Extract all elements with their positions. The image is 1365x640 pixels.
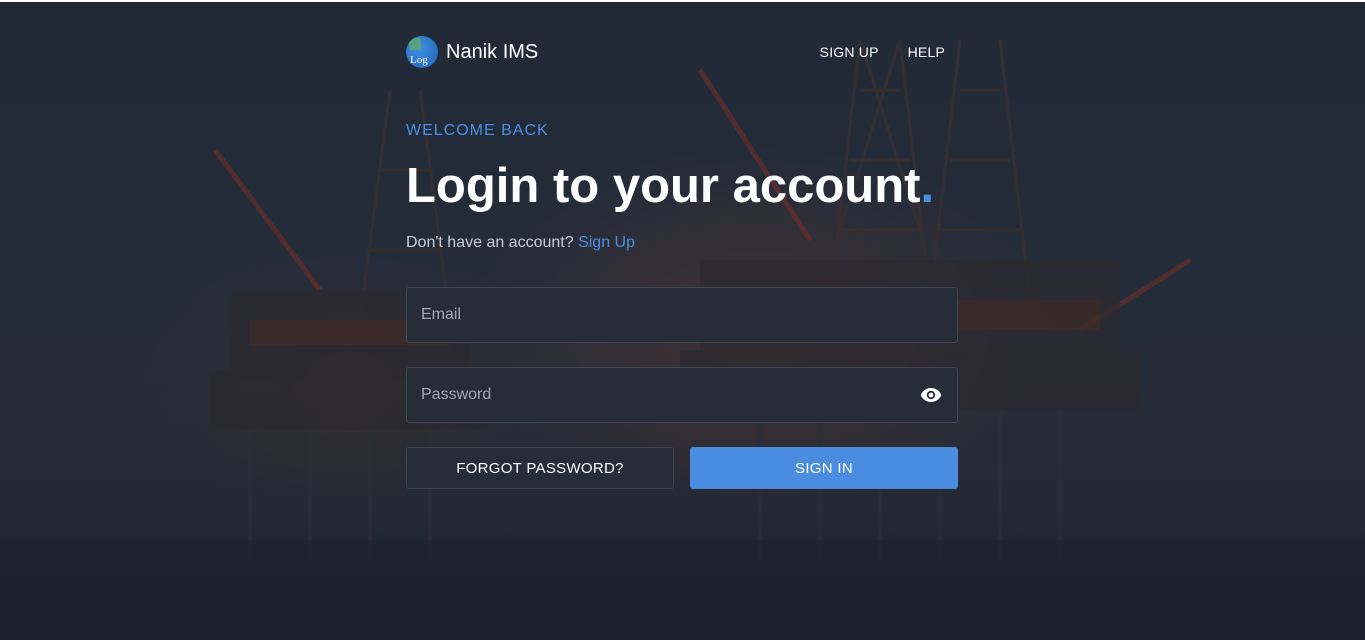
page-title: Login to your account. [406, 158, 934, 214]
signup-prompt: Don't have an account? Sign Up [406, 234, 635, 252]
forgot-password-button[interactable]: FORGOT PASSWORD? [406, 447, 674, 489]
nav-signup-link[interactable]: SIGN UP [820, 44, 879, 60]
password-input[interactable] [421, 386, 919, 404]
nav-help-link[interactable]: HELP [908, 44, 945, 60]
sign-in-button[interactable]: SIGN IN [690, 447, 958, 489]
email-field[interactable] [406, 287, 958, 343]
header: Log Nanik IMS SIGN UP HELP [406, 36, 958, 68]
title-accent-dot: . [920, 159, 935, 213]
top-nav: SIGN UP HELP [820, 44, 945, 60]
signup-prompt-text: Don't have an account? [406, 234, 574, 251]
logo-alt-text: Log [410, 54, 428, 66]
logo-icon: Log [406, 36, 438, 68]
page-title-text: Login to your account [406, 159, 921, 213]
welcome-eyebrow: WELCOME BACK [406, 122, 549, 139]
password-field[interactable] [406, 367, 958, 423]
brand[interactable]: Log Nanik IMS [406, 36, 538, 68]
broken-image-icon [409, 38, 421, 50]
eye-icon[interactable] [919, 383, 943, 407]
app-name: Nanik IMS [446, 40, 539, 63]
email-input[interactable] [421, 306, 943, 324]
signup-link[interactable]: Sign Up [578, 234, 635, 251]
top-border [0, 0, 1365, 2]
